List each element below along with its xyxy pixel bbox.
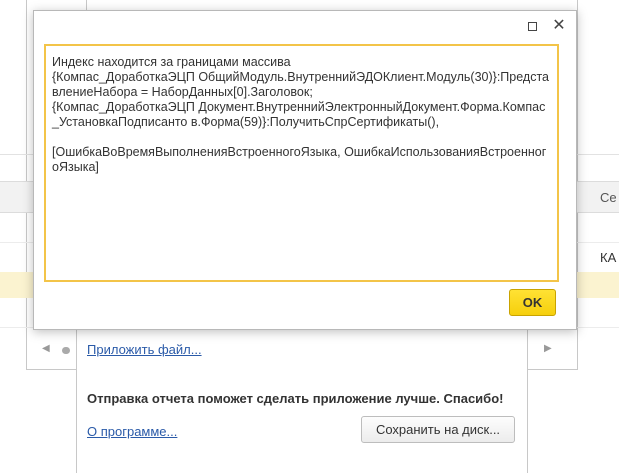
scroll-right-icon[interactable]: ▶ bbox=[544, 343, 552, 354]
attach-file-link[interactable]: Приложить файл... bbox=[87, 342, 202, 357]
table-cell: КА bbox=[600, 250, 617, 265]
error-message-text: Индекс находится за границами массива {К… bbox=[52, 55, 549, 174]
dialog-titlebar[interactable]: ✕ bbox=[34, 11, 576, 41]
error-message-field[interactable]: Индекс находится за границами массива {К… bbox=[44, 44, 559, 282]
about-program-link[interactable]: О программе... bbox=[87, 424, 177, 439]
maximize-button[interactable] bbox=[523, 17, 541, 35]
scroll-thumb[interactable] bbox=[62, 347, 70, 354]
scroll-left-icon[interactable]: ◀ bbox=[42, 343, 50, 354]
error-report-dialog: Приложить файл... Отправка отчета поможе… bbox=[76, 320, 528, 473]
close-icon: ✕ bbox=[552, 17, 566, 34]
report-thanks-text: Отправка отчета поможет сделать приложен… bbox=[87, 391, 504, 406]
close-button[interactable]: ✕ bbox=[550, 17, 568, 35]
ok-button[interactable]: OK bbox=[509, 289, 556, 316]
save-to-disk-button[interactable]: Сохранить на диск... bbox=[361, 416, 515, 443]
error-message-dialog: ✕ Индекс находится за границами массива … bbox=[33, 10, 577, 330]
column-header-label[interactable]: Се bbox=[600, 190, 617, 205]
maximize-icon bbox=[527, 21, 537, 31]
